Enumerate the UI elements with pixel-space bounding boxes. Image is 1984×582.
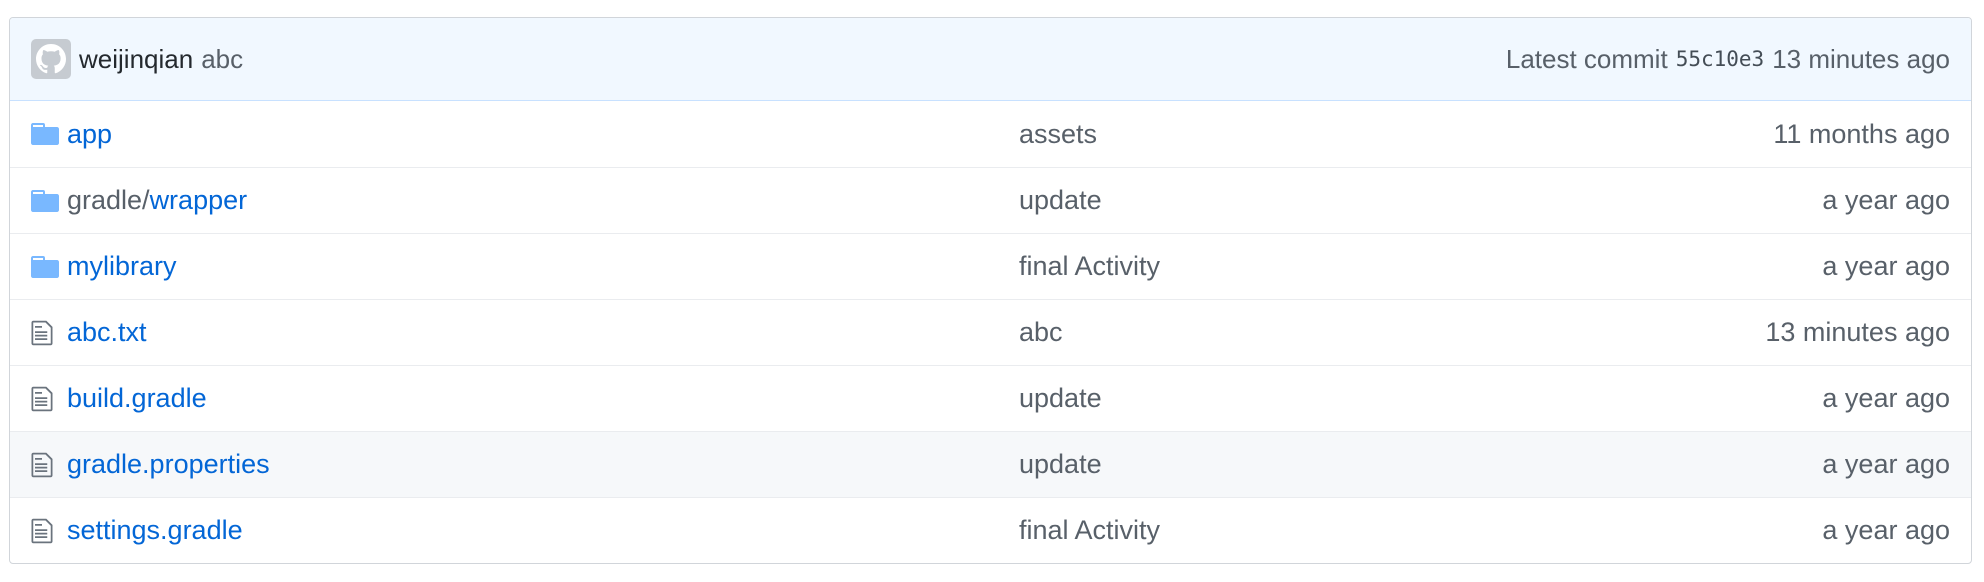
file-link[interactable]: build.gradle: [67, 383, 207, 413]
file-list: app assets 11 months ago gradle/wrapper …: [10, 101, 1971, 563]
file-name-cell: build.gradle: [67, 383, 1019, 414]
file-text-icon: [31, 319, 67, 347]
commit-age: a year ago: [1822, 449, 1950, 479]
commit-message-link[interactable]: abc: [1019, 317, 1765, 348]
commit-author[interactable]: weijinqian: [79, 44, 193, 75]
file-name-cell: mylibrary: [67, 251, 1019, 282]
file-row[interactable]: gradle.properties update a year ago: [10, 431, 1971, 497]
file-text-icon: [31, 385, 67, 413]
file-name-cell: abc.txt: [67, 317, 1019, 348]
file-browser: weijinqian abc Latest commit 55c10e3 13 …: [9, 17, 1972, 564]
folder-icon: [31, 255, 67, 278]
file-name-cell: settings.gradle: [67, 515, 1019, 546]
commit-message-link[interactable]: final Activity: [1019, 515, 1822, 546]
commit-message-link[interactable]: assets: [1019, 119, 1773, 150]
file-row[interactable]: gradle/wrapper update a year ago: [10, 167, 1971, 233]
commit-message-link[interactable]: update: [1019, 185, 1822, 216]
file-link[interactable]: abc.txt: [67, 317, 147, 347]
file-name-cell: gradle/wrapper: [67, 185, 1019, 216]
file-link[interactable]: wrapper: [150, 185, 248, 215]
folder-icon: [31, 189, 67, 212]
commit-sha[interactable]: 55c10e3: [1676, 47, 1765, 71]
author-avatar[interactable]: [31, 39, 71, 79]
file-row[interactable]: app assets 11 months ago: [10, 101, 1971, 167]
file-text-icon: [31, 517, 67, 545]
commit-message-link[interactable]: final Activity: [1019, 251, 1822, 282]
path-prefix[interactable]: gradle/: [67, 185, 150, 215]
commit-message[interactable]: abc: [201, 44, 243, 75]
commit-message-link[interactable]: update: [1019, 449, 1822, 480]
file-row[interactable]: abc.txt abc 13 minutes ago: [10, 299, 1971, 365]
commit-age: a year ago: [1822, 251, 1950, 281]
commit-age: a year ago: [1822, 515, 1950, 545]
file-row[interactable]: mylibrary final Activity a year ago: [10, 233, 1971, 299]
github-octocat-icon: [36, 44, 66, 74]
file-link[interactable]: app: [67, 119, 112, 149]
file-row[interactable]: build.gradle update a year ago: [10, 365, 1971, 431]
commit-age: 11 months ago: [1773, 118, 1950, 149]
file-name-cell: app: [67, 119, 1019, 150]
file-text-icon: [31, 451, 67, 479]
commit-message-link[interactable]: update: [1019, 383, 1822, 414]
folder-icon: [31, 123, 67, 145]
commit-age: a year ago: [1822, 185, 1950, 215]
latest-commit-label: Latest commit: [1505, 43, 1668, 74]
commit-age: 13 minutes ago: [1765, 317, 1950, 347]
file-link[interactable]: gradle.properties: [67, 449, 270, 479]
commit-age: 13 minutes ago: [1772, 43, 1950, 74]
file-row[interactable]: settings.gradle final Activity a year ag…: [10, 497, 1971, 563]
file-link[interactable]: settings.gradle: [67, 515, 243, 545]
latest-commit-bar: weijinqian abc Latest commit 55c10e3 13 …: [10, 18, 1971, 101]
file-name-cell: gradle.properties: [67, 449, 1019, 480]
file-link[interactable]: mylibrary: [67, 251, 177, 281]
commit-age: a year ago: [1822, 383, 1950, 413]
